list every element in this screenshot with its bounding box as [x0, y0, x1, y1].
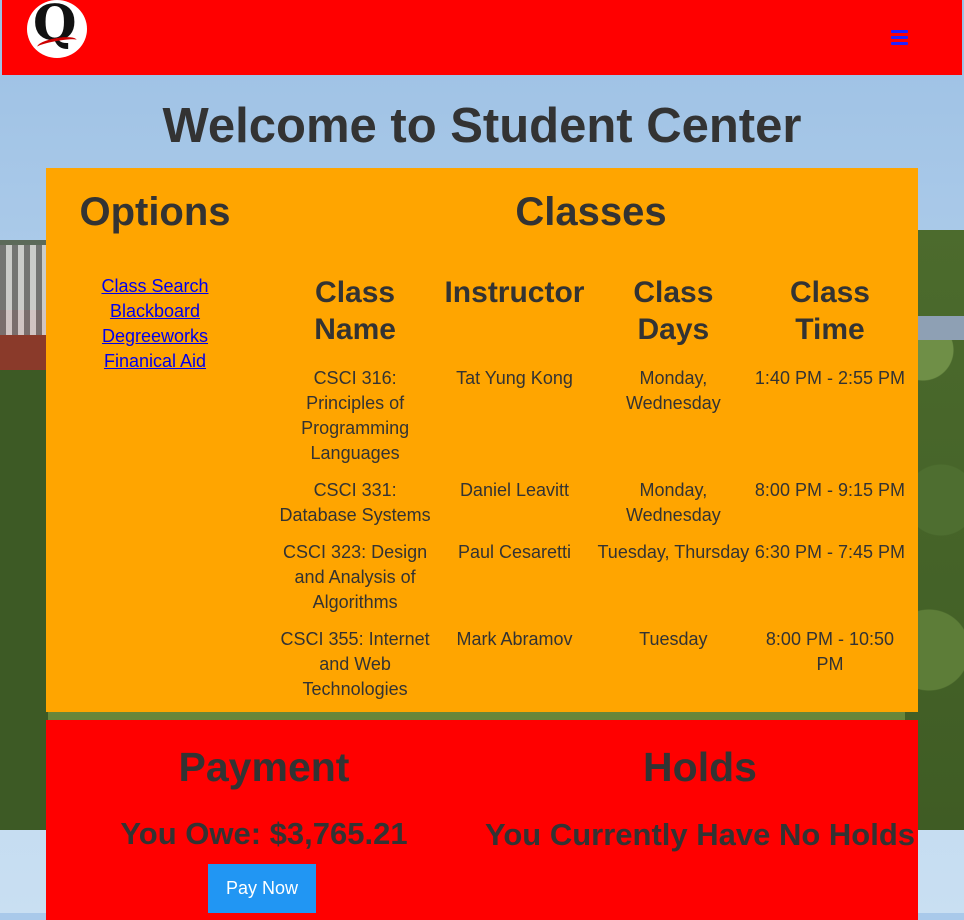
- class-time-cell: 1:40 PM - 2:55 PM: [754, 368, 905, 388]
- options-heading: Options: [79, 190, 231, 234]
- column-header-class-name: Class Name: [314, 276, 396, 346]
- payment-holds-panel: Payment You Owe: $3,765.21 Pay Now Holds…: [46, 720, 918, 920]
- table-row: CSCI 323: Design and Analysis of Algorit…: [276, 540, 908, 627]
- degreeworks-link[interactable]: Degreeworks: [102, 326, 208, 346]
- holds-status-text: You Currently Have No Holds: [484, 817, 916, 852]
- class-time-cell: 8:00 PM - 9:15 PM: [754, 480, 905, 500]
- options-link-list: Class Search Blackboard Degreeworks Fina…: [46, 274, 264, 374]
- class-days-cell: Tuesday, Thursday: [597, 542, 750, 562]
- table-row: CSCI 316: Principles of Programming Lang…: [276, 366, 908, 478]
- column-header-class-time: Class Time: [789, 276, 870, 346]
- class-search-link[interactable]: Class Search: [101, 276, 208, 296]
- instructor-cell: Paul Cesaretti: [457, 542, 571, 562]
- class-name-cell: CSCI 355: Internet and Web Technologies: [280, 629, 430, 699]
- page-title: Welcome to Student Center: [162, 99, 802, 153]
- financial-aid-link[interactable]: Finanical Aid: [104, 351, 206, 371]
- class-name-cell: CSCI 323: Design and Analysis of Algorit…: [283, 542, 428, 612]
- hamburger-menu-icon[interactable]: [888, 26, 912, 48]
- instructor-cell: Daniel Leavitt: [459, 480, 570, 500]
- class-time-cell: 6:30 PM - 7:45 PM: [754, 542, 905, 562]
- column-header-instructor: Instructor: [444, 276, 585, 309]
- instructor-cell: Mark Abramov: [456, 629, 573, 649]
- payment-heading: Payment: [178, 744, 350, 790]
- classes-heading: Classes: [515, 190, 667, 234]
- class-days-cell: Tuesday: [639, 629, 708, 649]
- class-name-cell: CSCI 331: Database Systems: [279, 480, 431, 525]
- table-header-row: Class Name Instructor Class Days Class T…: [276, 274, 908, 366]
- class-days-cell: Monday, Wednesday: [625, 368, 721, 413]
- class-time-cell: 8:00 PM - 10:50 PM: [765, 629, 894, 674]
- queens-college-logo[interactable]: Q: [27, 0, 87, 58]
- class-name-cell: CSCI 316: Principles of Programming Lang…: [301, 368, 410, 463]
- class-days-cell: Monday, Wednesday: [625, 480, 721, 525]
- holds-heading: Holds: [643, 744, 757, 790]
- top-navbar: Q: [2, 0, 962, 75]
- amount-owed-text: You Owe: $3,765.21: [120, 816, 408, 851]
- options-classes-panel: Options Class Search Blackboard Degreewo…: [46, 168, 918, 712]
- classes-table: Class Name Instructor Class Days Class T…: [276, 274, 908, 714]
- pay-now-button[interactable]: Pay Now: [208, 864, 316, 913]
- instructor-cell: Tat Yung Kong: [456, 368, 573, 388]
- column-header-class-days: Class Days: [633, 276, 714, 346]
- table-row: CSCI 355: Internet and Web Technologies …: [276, 627, 908, 714]
- blackboard-link[interactable]: Blackboard: [110, 301, 200, 321]
- table-row: CSCI 331: Database Systems Daniel Leavit…: [276, 478, 908, 540]
